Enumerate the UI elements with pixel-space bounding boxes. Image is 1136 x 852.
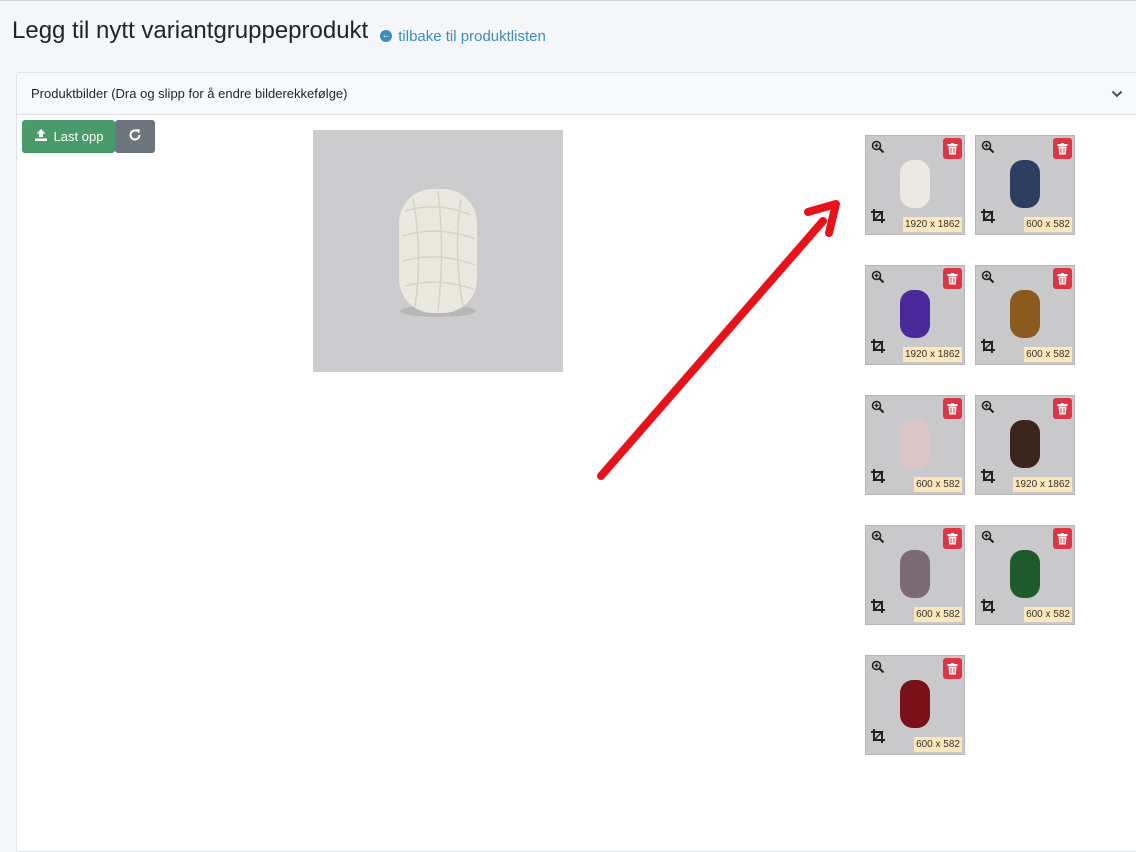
image-dimensions-label: 600 x 582 [1024,607,1072,622]
card-header[interactable]: Produktbilder (Dra og slipp for å endre … [17,73,1136,115]
crop-icon[interactable] [871,339,885,358]
zoom-in-icon[interactable] [871,530,885,549]
zoom-in-icon[interactable] [871,660,885,679]
chevron-down-icon[interactable] [1103,85,1131,103]
yarn-skein-thumbnail [1010,420,1040,468]
thumbnail[interactable]: 1920 x 1862 [865,135,965,235]
yarn-skein-thumbnail [900,550,930,598]
image-dimensions-label: 1920 x 1862 [902,347,962,362]
image-dimensions-label: 600 x 582 [914,477,962,492]
thumbnail[interactable]: 1920 x 1862 [865,265,965,365]
arrow-left-circle-icon: ← [380,30,393,42]
yarn-skein-thumbnail [1010,550,1040,598]
zoom-in-icon[interactable] [871,400,885,419]
yarn-skein-thumbnail [900,160,930,208]
page-title: Legg til nytt variantgruppeprodukt [12,17,369,44]
thumbnail[interactable]: 600 x 582 [865,655,965,755]
image-dimensions-label: 1920 x 1862 [902,217,962,232]
yarn-skein-thumbnail [900,680,930,728]
image-dimensions-label: 600 x 582 [1024,217,1072,232]
back-to-product-list-link[interactable]: ← tilbake til produktlisten [380,28,546,45]
crop-icon[interactable] [871,469,885,488]
zoom-in-icon[interactable] [871,140,885,159]
trash-icon[interactable] [943,658,962,679]
yarn-skein-thumbnail [900,420,930,468]
zoom-in-icon[interactable] [871,270,885,289]
thumbnail[interactable]: 600 x 582 [975,525,1075,625]
trash-icon[interactable] [943,398,962,419]
trash-icon[interactable] [943,268,962,289]
yarn-skein-thumbnail [900,290,930,338]
thumbnail[interactable]: 600 x 582 [975,265,1075,365]
thumbnail[interactable]: 600 x 582 [865,525,965,625]
crop-icon[interactable] [871,599,885,618]
yarn-skein-thumbnail [1010,160,1040,208]
trash-icon[interactable] [943,528,962,549]
thumbnail[interactable]: 1920 x 1862 [975,395,1075,495]
product-images-card: Produktbilder (Dra og slipp for å endre … [16,72,1136,852]
zoom-in-icon[interactable] [981,400,995,419]
zoom-in-icon[interactable] [981,530,995,549]
page-header: Legg til nytt variantgruppeprodukt ← til… [12,17,546,45]
crop-icon[interactable] [981,209,995,228]
refresh-icon [128,128,142,145]
zoom-in-icon[interactable] [981,270,995,289]
thumbnail[interactable]: 600 x 582 [975,135,1075,235]
crop-icon[interactable] [871,729,885,748]
image-dimensions-label: 600 x 582 [914,737,962,752]
trash-icon[interactable] [1053,268,1072,289]
upload-label: Last opp [53,129,104,144]
trash-icon[interactable] [1053,138,1072,159]
crop-icon[interactable] [981,599,995,618]
crop-icon[interactable] [981,339,995,358]
image-dimensions-label: 1920 x 1862 [1012,477,1072,492]
image-dimensions-label: 600 x 582 [914,607,962,622]
back-link-label: tilbake til produktlisten [398,27,546,45]
thumbnail[interactable]: 600 x 582 [865,395,965,495]
trash-icon[interactable] [943,138,962,159]
upload-button[interactable]: Last opp [22,120,115,153]
card-title: Produktbilder (Dra og slipp for å endre … [31,86,348,101]
upload-icon [34,128,54,145]
yarn-skein-image [399,189,477,317]
trash-icon[interactable] [1053,528,1072,549]
crop-icon[interactable] [981,469,995,488]
trash-icon[interactable] [1053,398,1072,419]
zoom-in-icon[interactable] [981,140,995,159]
yarn-skein-thumbnail [1010,290,1040,338]
image-dimensions-label: 600 x 582 [1024,347,1072,362]
main-product-image [313,130,563,372]
crop-icon[interactable] [871,209,885,228]
refresh-button[interactable] [115,120,155,153]
